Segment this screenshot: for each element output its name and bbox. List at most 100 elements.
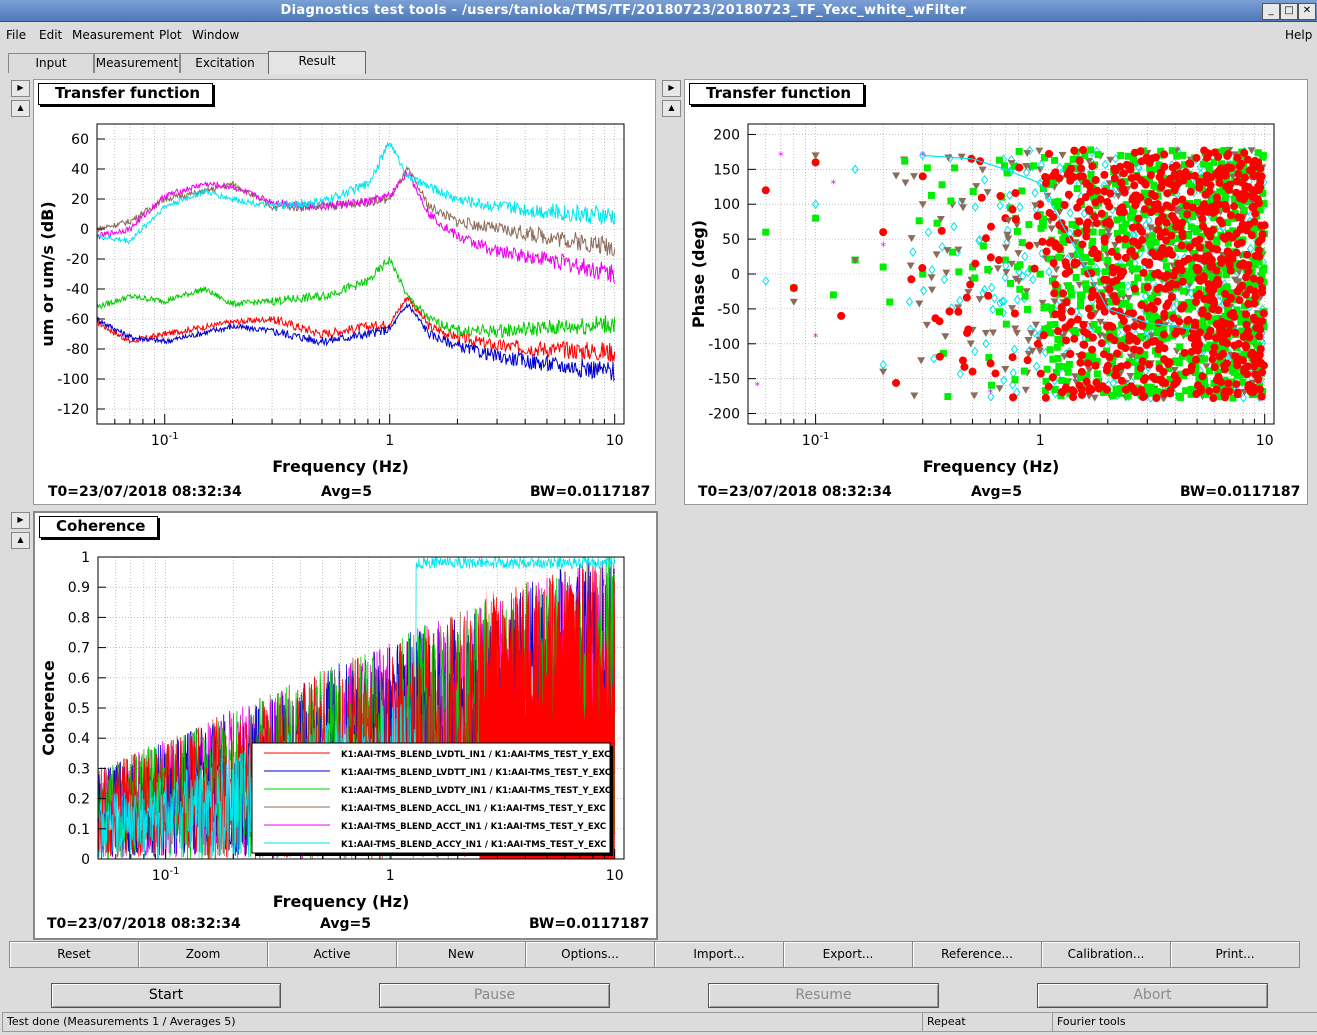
- data-point: [951, 164, 959, 172]
- data-point: [1177, 304, 1186, 313]
- data-point: [1128, 223, 1137, 232]
- pause-button[interactable]: Pause: [379, 983, 610, 1008]
- data-point: [1025, 241, 1034, 250]
- coherence-panel[interactable]: Coherence 1 0.9 0.8 0.7 0.6 0.5 0.4 0.3 0.2 0.1 0 1…: [33, 511, 658, 940]
- tf-magnitude-chart[interactable]: 60 40 20 0 -20 -40 -60 -80 -100 -120 10-1 1 10 Freque…: [34, 108, 655, 498]
- pad-next-arrow-icon[interactable]: ▶: [662, 80, 681, 97]
- data-point: [1191, 355, 1200, 364]
- data-point: [1232, 380, 1241, 389]
- print-button[interactable]: Print...: [1170, 941, 1300, 968]
- close-button[interactable]: ✕: [1298, 3, 1316, 20]
- data-point: [1193, 266, 1202, 275]
- data-point: [1088, 162, 1097, 171]
- data-point: [1118, 289, 1126, 297]
- data-point: [1178, 232, 1187, 241]
- data-point: [1023, 305, 1031, 313]
- data-point: [1025, 221, 1033, 229]
- pad-up-arrow-icon[interactable]: ▲: [662, 100, 681, 117]
- tab-input[interactable]: Input: [8, 53, 94, 73]
- data-point: [1235, 296, 1244, 305]
- tab-result[interactable]: Result: [268, 51, 366, 74]
- data-point: [1177, 241, 1186, 250]
- data-point: [761, 186, 770, 195]
- avg-label: Avg=5: [320, 916, 371, 932]
- pad-up-arrow-icon[interactable]: ▲: [11, 100, 30, 117]
- data-point: [947, 197, 955, 205]
- data-point: [1116, 204, 1125, 213]
- data-point: [1128, 237, 1137, 246]
- data-point: [1176, 343, 1184, 351]
- maximize-button[interactable]: □: [1280, 3, 1298, 20]
- start-button[interactable]: Start: [51, 983, 281, 1008]
- menu-file[interactable]: File: [6, 28, 26, 42]
- data-point: [1122, 160, 1131, 169]
- tab-excitation[interactable]: Excitation: [180, 53, 270, 73]
- active-button[interactable]: Active: [267, 941, 397, 968]
- options-button[interactable]: Options...: [525, 941, 655, 968]
- coherence-chart[interactable]: 1 0.9 0.8 0.7 0.6 0.5 0.4 0.3 0.2 0.1 0 10-1 1 10 Freq…: [35, 541, 652, 931]
- tf-phase-chart[interactable]: *******200150100500-50-100-150-20010-1 1 1…: [685, 108, 1307, 498]
- data-point: [1130, 148, 1139, 157]
- data-point: [1109, 268, 1118, 277]
- menu-plot[interactable]: Plot: [159, 28, 182, 42]
- data-point: [1239, 259, 1248, 268]
- data-point: [970, 392, 979, 400]
- data-point: [938, 181, 946, 189]
- data-point: [1106, 189, 1115, 198]
- tf-phase-panel[interactable]: Transfer function * * * * * * * 200 150 100 50 0 -50…: [684, 79, 1308, 505]
- data-point: [927, 274, 936, 282]
- import-button[interactable]: Import...: [654, 941, 784, 968]
- data-point: [935, 352, 944, 361]
- data-point: [1091, 198, 1100, 207]
- y-tick-label: -20: [66, 252, 89, 268]
- data-point: [1099, 350, 1108, 359]
- plot-area: *******: [755, 145, 1269, 403]
- data-point: [956, 295, 964, 306]
- pad-next-arrow-icon[interactable]: ▶: [11, 512, 30, 529]
- y-tick-label: 0: [731, 267, 740, 283]
- pad-next-arrow-icon[interactable]: ▶: [11, 80, 30, 97]
- menu-edit[interactable]: Edit: [39, 28, 62, 42]
- data-point: [1067, 285, 1075, 293]
- avg-label: Avg=5: [321, 484, 372, 500]
- menu-help[interactable]: Help: [1285, 28, 1312, 42]
- reset-button[interactable]: Reset: [9, 941, 139, 968]
- abort-button[interactable]: Abort: [1037, 983, 1268, 1008]
- data-point: [1119, 227, 1127, 235]
- tf-magnitude-panel[interactable]: Transfer function 60 40 20 0 -20 -40 -60 -80 -10…: [33, 79, 656, 505]
- data-point: [1009, 368, 1017, 378]
- minimize-button[interactable]: _: [1262, 3, 1280, 20]
- menu-window[interactable]: Window: [192, 28, 239, 42]
- calibration-button[interactable]: Calibration...: [1041, 941, 1171, 968]
- export-button[interactable]: Export...: [783, 941, 913, 968]
- data-point: [1083, 329, 1092, 338]
- data-point: [1168, 147, 1176, 155]
- x-axis-label: Frequency (Hz): [272, 457, 409, 476]
- data-point: [1068, 220, 1076, 228]
- data-point: [1160, 389, 1169, 398]
- data-point: [1182, 201, 1191, 210]
- reference-button[interactable]: Reference...: [912, 941, 1042, 968]
- y-axis-label: um or um/s (dB): [38, 201, 57, 346]
- data-point: [1163, 270, 1172, 279]
- data-point: [1194, 275, 1203, 284]
- data-point: [1226, 180, 1235, 189]
- data-point: [1037, 224, 1045, 232]
- tab-measurement[interactable]: Measurement: [94, 53, 180, 73]
- panel-title: Transfer function: [38, 83, 214, 105]
- data-point: [1097, 209, 1106, 218]
- menu-measurement[interactable]: Measurement: [72, 28, 154, 42]
- pad-up-arrow-icon[interactable]: ▲: [11, 532, 30, 549]
- data-point: [1101, 159, 1109, 170]
- new-button[interactable]: New: [396, 941, 526, 968]
- data-point: [1130, 284, 1139, 293]
- series-line: [97, 302, 616, 383]
- resume-button[interactable]: Resume: [708, 983, 939, 1008]
- data-point: [1178, 277, 1187, 286]
- data-point: [1210, 363, 1219, 372]
- data-point: [1100, 170, 1109, 179]
- data-point: [1042, 247, 1051, 256]
- data-point: [1093, 186, 1102, 195]
- zoom-button[interactable]: Zoom: [138, 941, 268, 968]
- data-point: [1147, 337, 1156, 346]
